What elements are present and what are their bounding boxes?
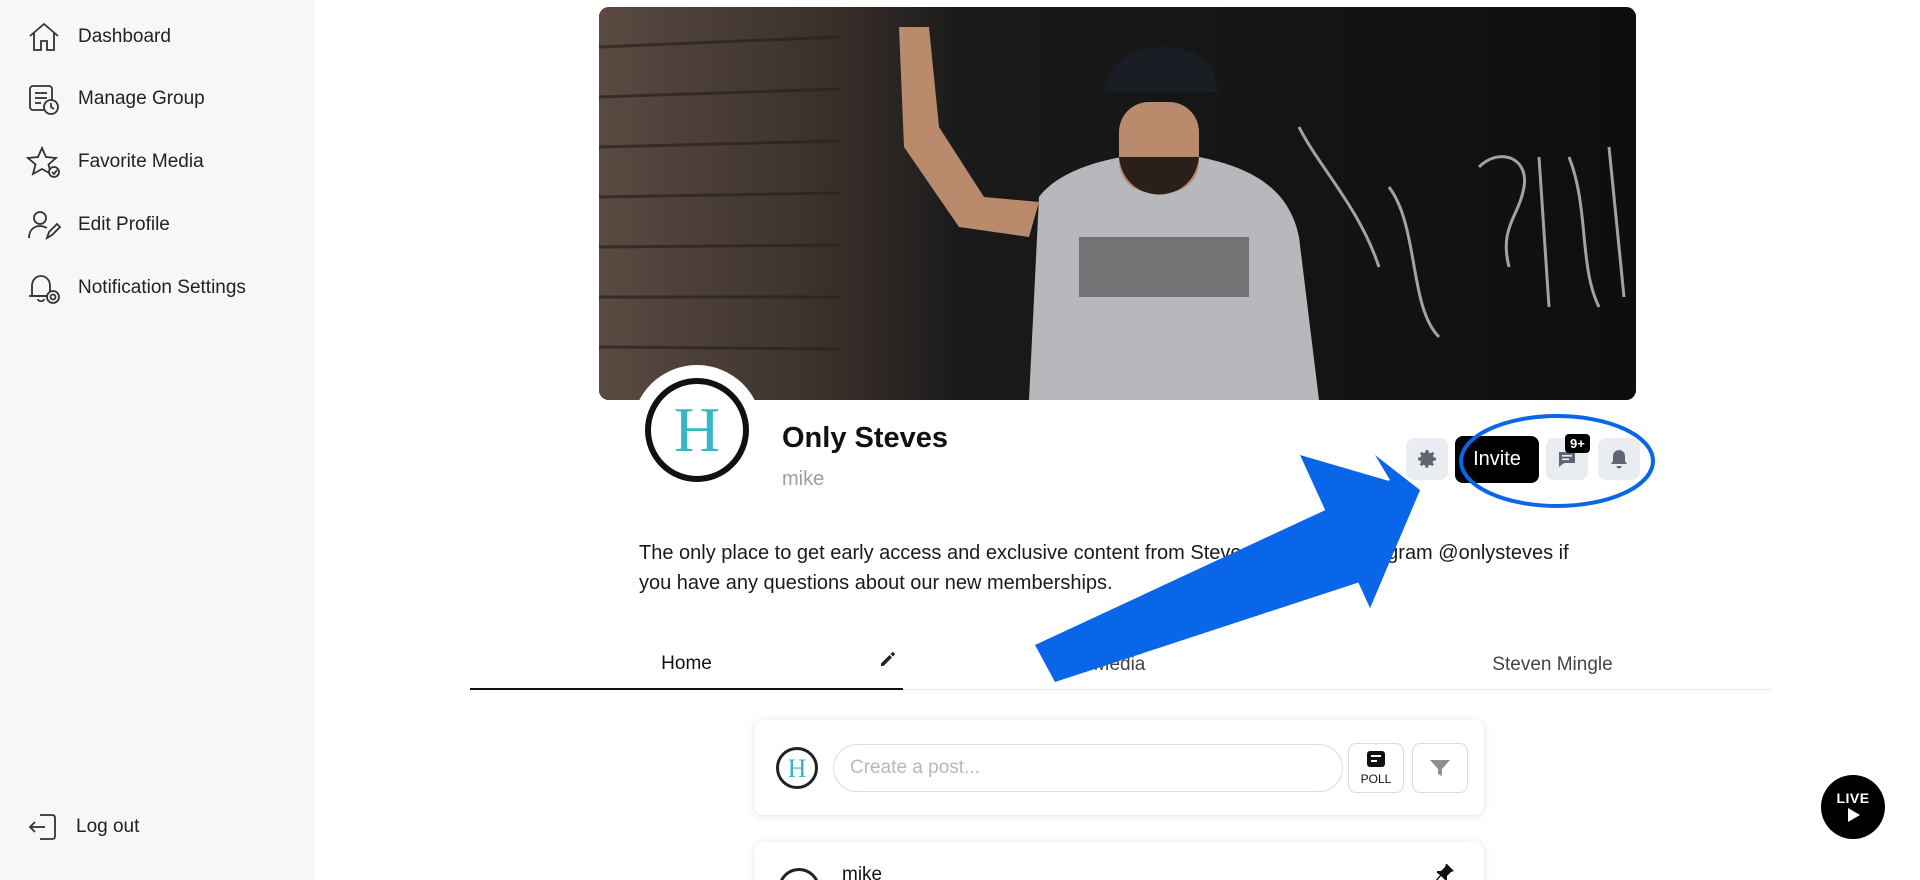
group-avatar-ring: H [645, 378, 749, 482]
logout-label: Log out [76, 816, 140, 837]
filter-button[interactable] [1412, 743, 1468, 793]
notifications-button[interactable] [1598, 438, 1640, 480]
gear-icon [1418, 450, 1436, 468]
group-logo-icon: H [788, 755, 807, 781]
poll-label: POLL [1360, 772, 1392, 786]
poll-button[interactable]: POLL [1348, 743, 1404, 793]
sidebar-item-notification-settings[interactable]: Notification Settings [26, 266, 246, 310]
sidebar: Dashboard Manage Group Favorite Media Ed… [0, 0, 315, 880]
home-icon [29, 22, 59, 51]
settings-button[interactable] [1406, 438, 1448, 480]
filter-icon [1430, 760, 1450, 776]
group-tabs: Home Media Steven Mingle [470, 640, 1770, 690]
post-author-avatar [778, 868, 820, 880]
sidebar-item-dashboard[interactable]: Dashboard [26, 15, 171, 59]
group-title: Only Steves [782, 422, 949, 454]
poll-icon [1367, 751, 1385, 767]
svg-text:H: H [788, 755, 807, 781]
edit-profile-icon [28, 211, 62, 241]
create-post-input[interactable] [833, 744, 1343, 792]
manage-group-icon [29, 85, 59, 115]
post-composer: H POLL [754, 720, 1484, 815]
sidebar-item-label: Dashboard [78, 26, 171, 47]
messages-badge: 9+ [1565, 434, 1590, 453]
sidebar-item-edit-profile[interactable]: Edit Profile [26, 203, 170, 247]
logout-icon [28, 814, 56, 840]
tab-media[interactable]: Media [903, 640, 1336, 690]
sidebar-item-manage-group[interactable]: Manage Group [26, 77, 205, 121]
group-description: The only place to get early access and e… [639, 542, 1569, 594]
composer-avatar: H [776, 747, 818, 789]
group-avatar: H [632, 365, 762, 495]
tab-home[interactable]: Home [470, 640, 903, 690]
invite-button[interactable]: Invite [1455, 436, 1539, 483]
logout-button[interactable]: Log out [26, 805, 139, 849]
sidebar-item-label: Edit Profile [78, 214, 170, 235]
star-icon [26, 145, 60, 178]
live-label: LIVE [1836, 790, 1870, 806]
sidebar-item-favorite-media[interactable]: Favorite Media [26, 140, 204, 184]
notification-settings-icon [29, 275, 60, 304]
live-button[interactable]: LIVE [1821, 775, 1885, 839]
edit-tab-pencil-icon[interactable] [878, 649, 898, 669]
bell-icon [1611, 450, 1627, 469]
sidebar-item-label: Manage Group [78, 88, 205, 109]
group-logo-icon: H [674, 399, 720, 461]
cover-image [599, 7, 1636, 400]
sidebar-item-label: Favorite Media [78, 151, 204, 172]
play-icon [1848, 808, 1860, 822]
post-author: mike [842, 864, 883, 880]
sidebar-item-label: Notification Settings [78, 277, 246, 298]
svg-text:H: H [674, 399, 720, 461]
post-card: mike [754, 842, 1484, 880]
group-owner: mike [782, 468, 825, 490]
tab-steven-mingle[interactable]: Steven Mingle [1336, 640, 1769, 690]
pin-icon[interactable] [1434, 862, 1456, 880]
